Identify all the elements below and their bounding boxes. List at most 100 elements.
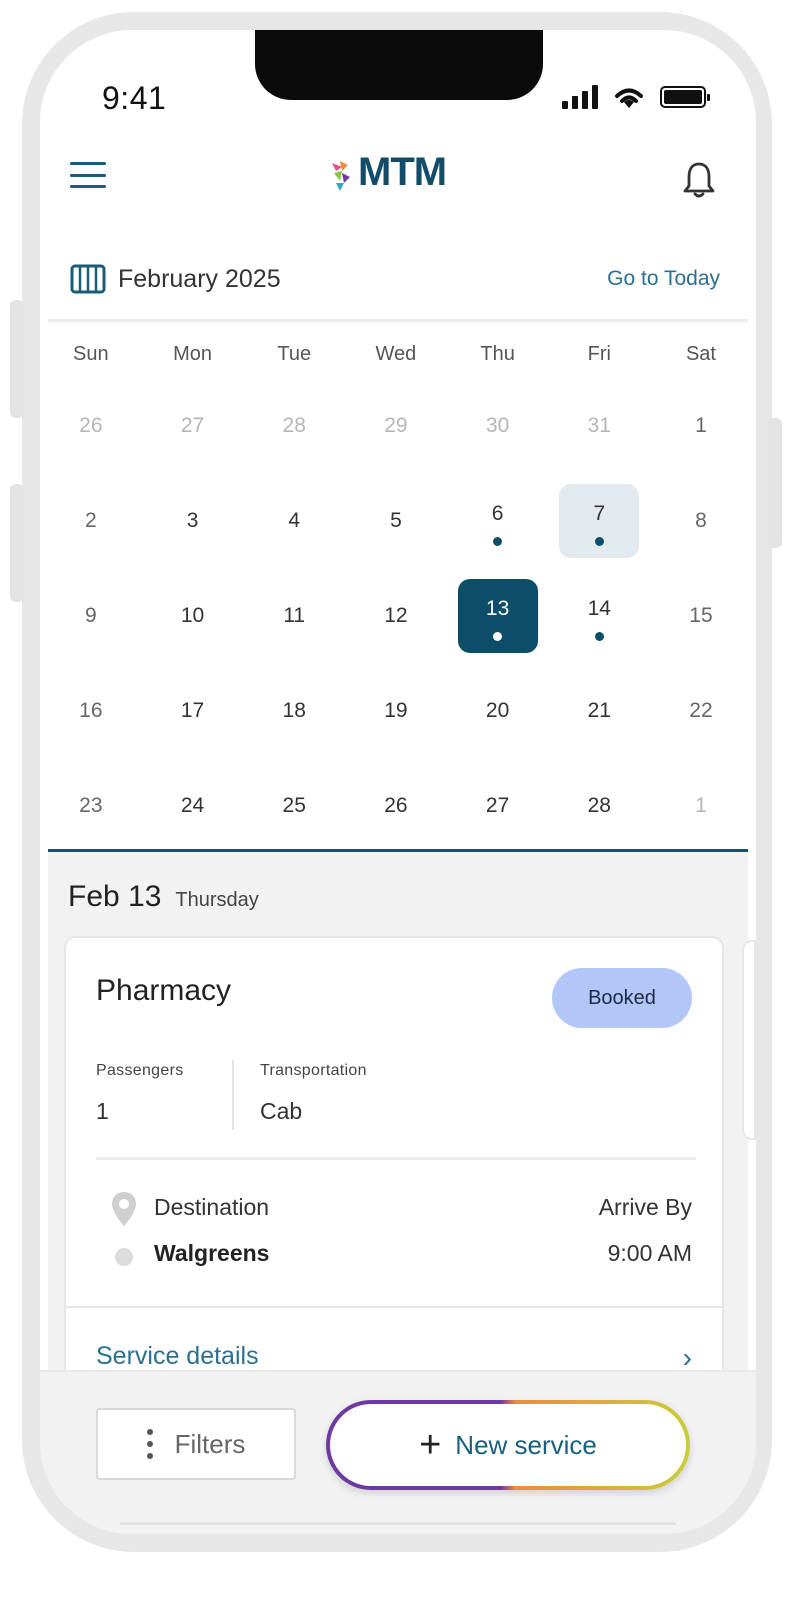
calendar-day-slot: 27 — [447, 758, 549, 853]
weekday-label: Thu — [480, 343, 515, 365]
destination-label: Destination — [154, 1194, 270, 1220]
day-number: 8 — [695, 508, 707, 532]
event-dot-icon — [493, 536, 503, 546]
calendar-day[interactable]: 3 — [153, 484, 233, 558]
calendar-day-slot: 1 — [650, 378, 752, 473]
filters-button[interactable]: Filters — [96, 1408, 296, 1480]
calendar-day-slot: 26 — [40, 378, 142, 473]
calendar-day-selected[interactable]: 13 — [457, 578, 538, 653]
day-number: 21 — [587, 698, 611, 722]
new-service-button[interactable]: + New service — [326, 1400, 690, 1490]
day-number: 7 — [593, 501, 606, 525]
day-number: 19 — [384, 698, 408, 722]
route-dot-icon — [115, 1248, 133, 1266]
passengers-value: 1 — [96, 1098, 109, 1124]
calendar-day[interactable]: 28 — [254, 389, 334, 463]
calendar-day-slot: 12 — [345, 568, 447, 663]
day-number: 15 — [689, 603, 713, 627]
signal-icon — [562, 85, 598, 109]
calendar-day[interactable]: 22 — [661, 674, 741, 748]
day-number: 23 — [79, 793, 103, 817]
trip-card[interactable]: Pharmacy Booked Passengers 1 Transportat… — [64, 936, 724, 1396]
weekday-label: Fri — [587, 343, 611, 365]
calendar-day[interactable]: 30 — [458, 389, 538, 463]
calendar-day[interactable]: 7 — [559, 483, 640, 558]
service-details-link[interactable]: Service details — [96, 1342, 259, 1371]
day-number: 14 — [587, 596, 611, 620]
calendar-day[interactable]: 29 — [356, 389, 436, 463]
calendar-day-slot: 27 — [142, 378, 244, 473]
calendar-day[interactable]: 26 — [51, 389, 131, 463]
bottom-action-bar: Filters + New service — [40, 1370, 756, 1534]
calendar-day[interactable]: 25 — [254, 769, 334, 843]
calendar-day[interactable]: 8 — [661, 484, 741, 558]
calendar-day[interactable]: 16 — [51, 674, 131, 748]
calendar-day[interactable]: 21 — [559, 674, 639, 748]
calendar-day-slot: 28 — [243, 378, 345, 473]
calendar-day[interactable]: 1 — [661, 769, 741, 843]
calendar-day[interactable]: 19 — [356, 674, 436, 748]
top-app-bar: MTM — [40, 140, 756, 220]
status-icons — [562, 84, 710, 110]
day-number: 13 — [485, 596, 510, 620]
menu-icon[interactable] — [70, 162, 106, 188]
logo-text: MTM — [358, 150, 447, 194]
calendar-view-icon[interactable] — [70, 263, 106, 295]
calendar-day-slot: 20 — [447, 663, 549, 758]
calendar-day-slot: 4 — [243, 473, 345, 568]
calendar-day[interactable]: 14 — [559, 579, 639, 653]
calendar-day-slot: 10 — [142, 568, 244, 663]
calendar-weeks: 26 27 28 29 30 31 1 2 3 4 5 6 7 8 9 10 11 12 13 14 15 16 17 18 1… — [40, 378, 756, 853]
calendar-day[interactable]: 27 — [153, 389, 233, 463]
calendar-day[interactable]: 28 — [559, 769, 639, 843]
calendar-day[interactable]: 5 — [356, 484, 436, 558]
calendar-day-slot: 1 — [650, 758, 752, 853]
calendar-day[interactable]: 24 — [153, 769, 233, 843]
calendar-day[interactable]: 26 — [356, 769, 436, 843]
card-divider — [96, 1157, 696, 1160]
calendar-day-slot: 29 — [345, 378, 447, 473]
weekday-label: Sun — [73, 343, 109, 365]
calendar-day-slot: 31 — [548, 378, 650, 473]
calendar-day[interactable]: 6 — [458, 484, 538, 558]
calendar-day[interactable]: 11 — [254, 579, 334, 653]
bell-icon[interactable] — [682, 160, 716, 200]
calendar-day[interactable]: 4 — [254, 484, 334, 558]
calendar-day-slot: 26 — [345, 758, 447, 853]
new-service-label: New service — [455, 1429, 597, 1460]
calendar-day-slot: 8 — [650, 473, 752, 568]
go-to-today-link[interactable]: Go to Today — [607, 267, 720, 291]
battery-icon — [660, 86, 710, 108]
day-number: 5 — [390, 508, 402, 532]
day-number: 31 — [587, 413, 611, 437]
calendar-day[interactable]: 20 — [458, 674, 538, 748]
passengers-label: Passengers — [96, 1062, 184, 1079]
day-number: 3 — [186, 508, 199, 532]
day-number: 28 — [587, 793, 611, 817]
day-number: 11 — [283, 603, 306, 627]
calendar-day[interactable]: 2 — [51, 484, 131, 558]
arrive-by-value: 9:00 AM — [607, 1240, 692, 1266]
calendar-day[interactable]: 18 — [254, 674, 334, 748]
calendar-day[interactable]: 1 — [661, 389, 741, 463]
weekday-label: Mon — [173, 343, 212, 365]
calendar-day[interactable]: 10 — [153, 579, 233, 653]
day-number: 22 — [689, 698, 713, 722]
calendar-day[interactable]: 15 — [661, 579, 741, 653]
calendar-day[interactable]: 27 — [458, 769, 538, 843]
status-time: 9:41 — [102, 80, 167, 116]
calendar-day[interactable]: 23 — [51, 769, 131, 843]
day-number: 10 — [180, 603, 205, 627]
calendar-day[interactable]: 9 — [51, 579, 131, 653]
mtm-logo: MTM — [330, 150, 447, 195]
phone-screen: 9:41 MTM February 2025 Go to Today Sun Mo… — [40, 30, 756, 1534]
calendar-day[interactable]: 17 — [153, 674, 233, 748]
side-button — [768, 418, 782, 548]
weekday-label: Tue — [277, 343, 312, 365]
plus-icon: + — [419, 1424, 442, 1466]
calendar-day[interactable]: 31 — [559, 389, 639, 463]
calendar-day-slot: 25 — [243, 758, 345, 853]
next-card-peek[interactable] — [742, 940, 756, 1140]
calendar-day[interactable]: 12 — [356, 579, 436, 653]
home-indicator — [120, 1522, 676, 1525]
